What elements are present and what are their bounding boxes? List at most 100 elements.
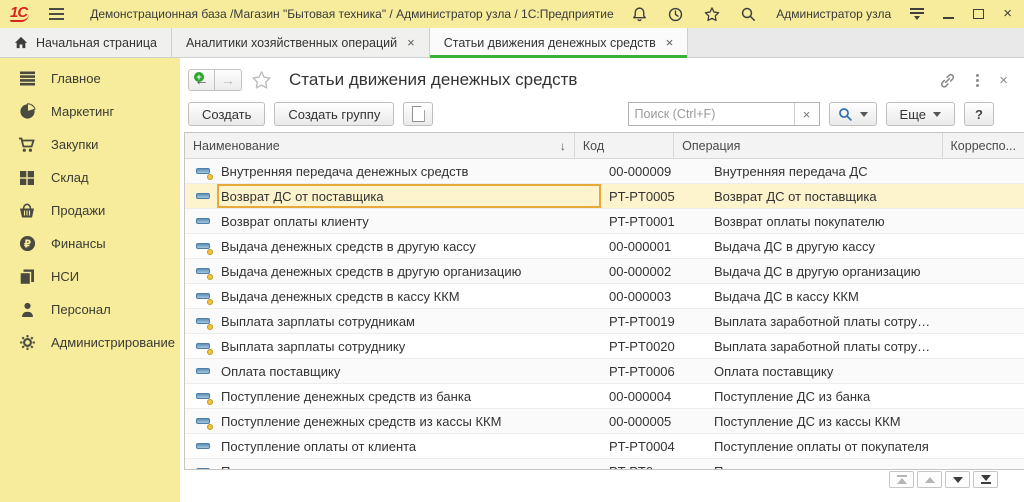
maximize-icon[interactable] [973, 9, 985, 19]
catalog-item-icon [196, 465, 212, 469]
more-dots-icon[interactable] [976, 73, 980, 87]
column-header-code[interactable]: Код [575, 133, 675, 158]
column-header-correspondence[interactable]: Корреспо... [943, 133, 1024, 158]
panel-header: ← → Статьи движения денежных средств × [180, 58, 1024, 96]
table-row[interactable]: Поступление оплаты от клиента PT-PT0004 … [185, 434, 1024, 459]
sidebar-item-main[interactable]: Главное [0, 62, 180, 95]
table-row[interactable]: Оплата поставщику PT-PT0006 Оплата поста… [185, 359, 1024, 384]
table-row[interactable]: Выдача денежных средств в другую кассу 0… [185, 234, 1024, 259]
content-panel: ← → Статьи движения денежных средств × С… [180, 58, 1024, 502]
cell-operation: Выдача ДС в другую организацию [714, 263, 921, 279]
sidebar-item-purchases[interactable]: Закупки [0, 128, 180, 161]
cell-code: PT-PT0005 [609, 188, 675, 204]
cell-correspondence [992, 359, 1024, 383]
table-row[interactable]: Внутренняя передача денежных средств 00-… [185, 159, 1024, 184]
cell-correspondence [992, 384, 1024, 408]
link-icon[interactable] [939, 72, 956, 89]
search-input[interactable] [628, 103, 794, 125]
search-button[interactable] [828, 102, 877, 126]
sidebar-item-administration[interactable]: Администрирование [0, 326, 180, 359]
history-icon[interactable] [667, 6, 684, 23]
cell-correspondence [992, 184, 1024, 208]
window-title: Демонстрационная база /Магазин "Бытовая … [90, 7, 614, 21]
cell-operation: Выплата заработной платы сотру… [714, 313, 931, 329]
create-group-button[interactable]: Создать группу [274, 102, 395, 126]
table-row[interactable]: Поступление денежных средств из кассы КК… [185, 409, 1024, 434]
predefined-marker-icon [207, 273, 213, 280]
cell-name: Выдача денежных средств в другую кассу [185, 234, 601, 258]
panel-close-icon[interactable]: × [999, 72, 1008, 89]
cell-code: PT-PT0 [601, 459, 706, 470]
catalog-item-icon [196, 415, 213, 430]
table-row[interactable]: Выдача денежных средств в кассу ККМ 00-0… [185, 284, 1024, 309]
sidebar-item-finance[interactable]: ₽ Финансы [0, 227, 180, 260]
move-down-icon[interactable] [945, 471, 970, 488]
cell-operation: Выплата заработной платы сотру… [714, 338, 931, 354]
close-icon[interactable]: × [1003, 6, 1012, 21]
cell-code: PT-PT0001 [609, 213, 675, 229]
dropdown-caret-icon [859, 111, 868, 117]
cell-name: П [185, 459, 601, 469]
table-row[interactable]: П PT-PT0 П [185, 459, 1024, 470]
table-row[interactable]: Поступление денежных средств из банка 00… [185, 384, 1024, 409]
cell-name: Внутренняя передача денежных средств [185, 159, 601, 183]
table-row[interactable]: Возврат оплаты клиенту PT-PT0001 Возврат… [185, 209, 1024, 234]
cell-operation: Выдача ДС в другую кассу [714, 238, 875, 254]
search-box: × [627, 102, 820, 126]
cell-correspondence [992, 459, 1024, 469]
tab-analytics[interactable]: Аналитики хозяйственных операций × [171, 28, 430, 57]
help-button[interactable]: ? [964, 102, 994, 126]
tab-cash-flow-items[interactable]: Статьи движения денежных средств × [429, 28, 689, 58]
new-document-plus-icon[interactable]: + [194, 72, 434, 126]
sidebar-item-sales[interactable]: Продажи [0, 194, 180, 227]
cell-operation: Выдача ДС в кассу ККМ [714, 288, 859, 304]
tab-close-icon[interactable]: × [407, 35, 415, 50]
cell-correspondence [992, 234, 1024, 258]
tab-home[interactable]: Начальная страница [0, 28, 172, 57]
table-row[interactable]: Выплата зарплаты сотруднику PT-PT0020 Вы… [185, 334, 1024, 359]
current-user[interactable]: Администратор узла [776, 7, 891, 21]
cell-name: Выдача денежных средств в другую организ… [185, 259, 601, 283]
move-to-bottom-icon[interactable] [973, 471, 998, 488]
favorites-icon[interactable] [703, 6, 721, 23]
forward-button[interactable]: → [215, 69, 242, 91]
minimize-icon[interactable] [943, 9, 955, 19]
favorite-star-icon[interactable] [251, 70, 272, 90]
cell-name: Поступление денежных средств из банка [185, 384, 601, 408]
main-menu-icon[interactable] [49, 8, 65, 20]
move-to-top-icon[interactable] [889, 471, 914, 488]
move-up-icon[interactable] [917, 471, 942, 488]
cell-code: 00-000009 [609, 163, 672, 179]
cell-code: 00-000003 [609, 288, 672, 304]
cell-operation: Поступление ДС из банка [714, 388, 871, 404]
table-row[interactable]: Выдача денежных средств в другую организ… [185, 259, 1024, 284]
cell-correspondence [992, 409, 1024, 433]
create-button[interactable]: Создать [188, 102, 266, 126]
predefined-marker-icon [207, 348, 213, 355]
search-icon[interactable] [740, 6, 757, 23]
catalog-item-icon [196, 165, 213, 180]
sidebar-item-marketing[interactable]: Маркетинг [0, 95, 180, 128]
cell-name: Поступление оплаты от клиента [185, 434, 601, 458]
column-header-operation[interactable]: Операция [674, 133, 943, 158]
sidebar-item-nsi[interactable]: НСИ [0, 260, 180, 293]
cell-correspondence [992, 334, 1024, 358]
sidebar-item-warehouse[interactable]: Склад [0, 161, 180, 194]
cell-name: Поступление денежных средств из кассы КК… [185, 409, 601, 433]
1c-logo: 1С [10, 4, 30, 22]
clear-search-icon[interactable]: × [793, 103, 819, 125]
table-row[interactable]: Выплата зарплаты сотрудникам PT-PT0019 В… [185, 309, 1024, 334]
more-button[interactable]: Еще [885, 102, 955, 126]
page-title: Статьи движения денежных средств [289, 70, 578, 89]
cell-code: 00-000004 [609, 388, 672, 404]
column-header-name[interactable]: Наименование ↓ [185, 133, 575, 158]
svg-text:₽: ₽ [23, 239, 30, 250]
tab-close-icon[interactable]: × [666, 35, 674, 50]
sidebar-item-personnel[interactable]: Персонал [0, 293, 180, 326]
cell-operation: Возврат оплаты покупателю [714, 213, 885, 229]
cell-name: Возврат ДС от поставщика [185, 184, 601, 208]
catalog-item-icon [196, 290, 213, 305]
service-menu-icon[interactable] [910, 8, 925, 20]
table-row[interactable]: Возврат ДС от поставщика PT-PT0005 Возвр… [185, 184, 1024, 209]
notifications-icon[interactable] [631, 6, 648, 23]
